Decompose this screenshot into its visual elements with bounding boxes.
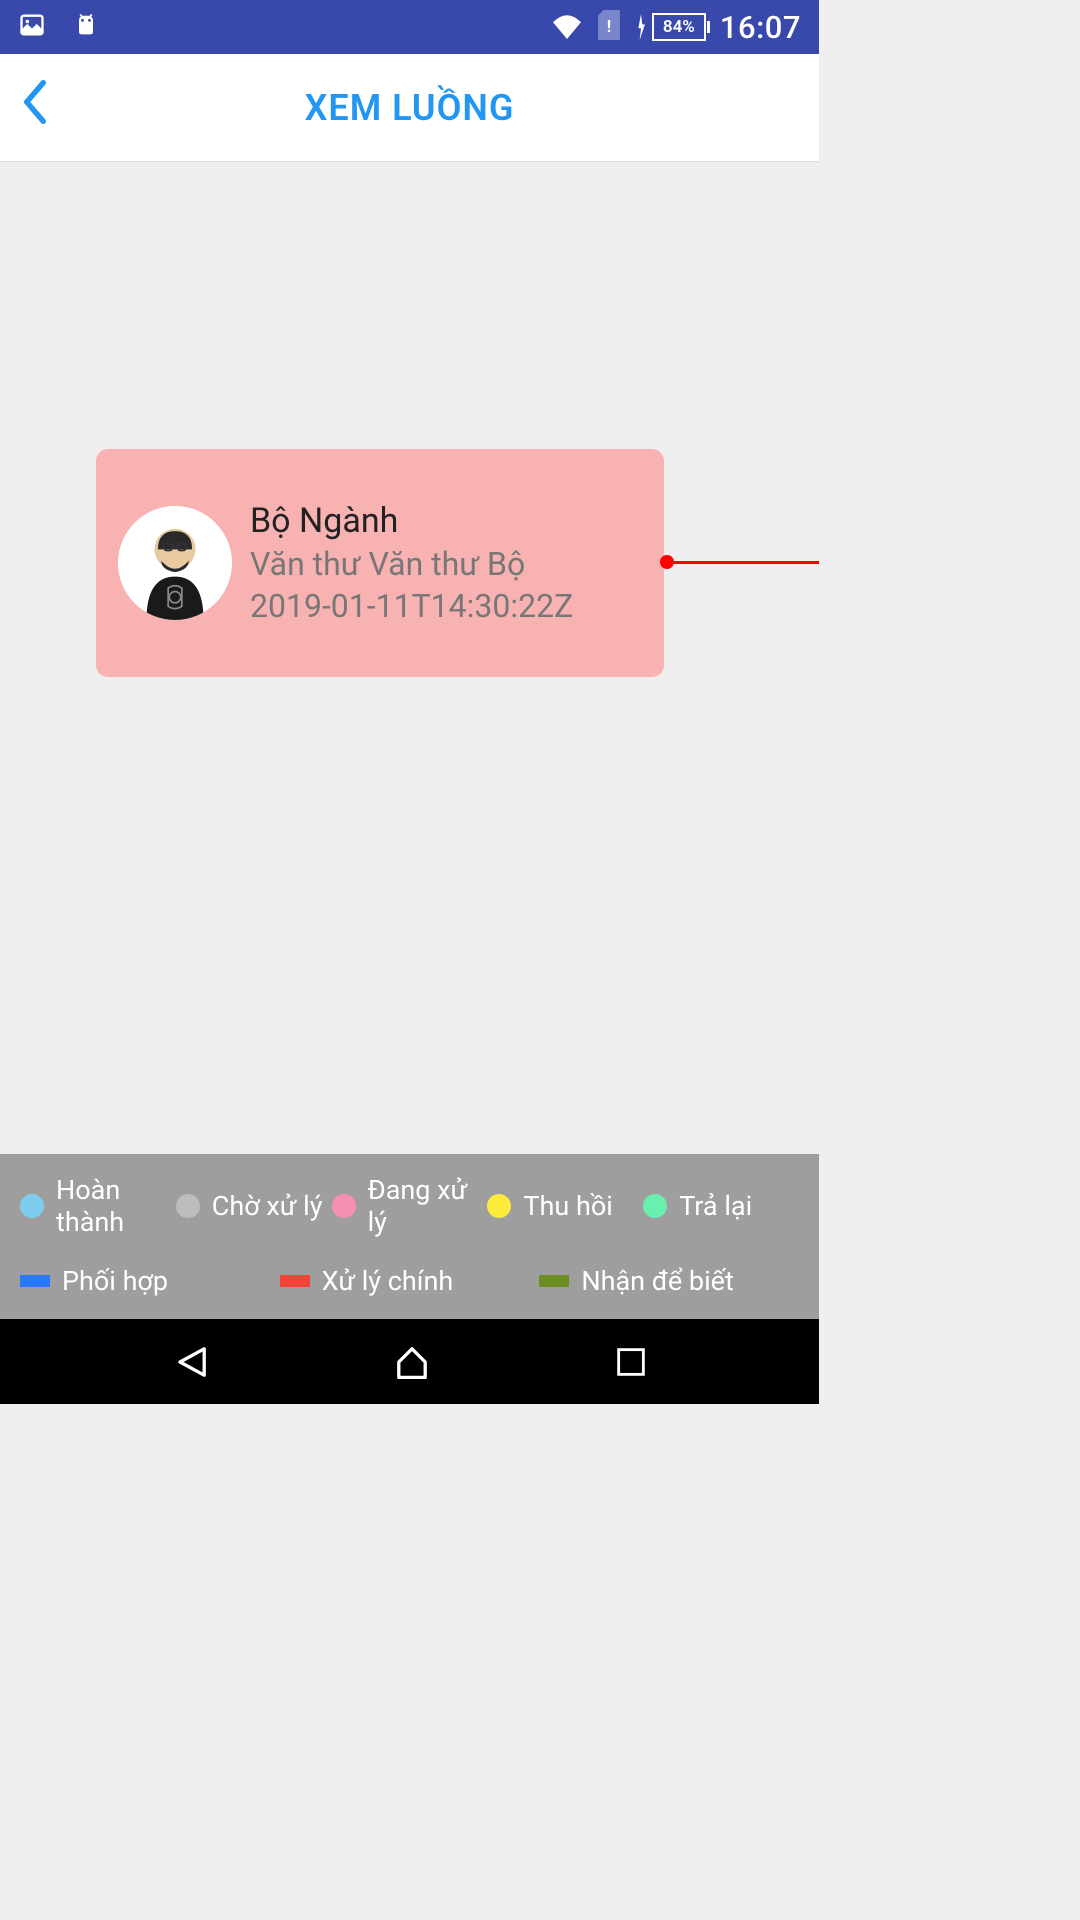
- svg-text:!: !: [607, 17, 611, 36]
- legend-item: Phối hợp: [20, 1265, 280, 1297]
- legend-item: Trả lại: [643, 1174, 799, 1239]
- avatar: [118, 506, 232, 620]
- legend-item: Chờ xử lý: [176, 1174, 332, 1239]
- legend-row-bars: Phối hợp Xử lý chính Nhận để biết: [20, 1265, 799, 1297]
- legend-bar-nhan-de-biet: [539, 1275, 569, 1287]
- connector-line: [664, 561, 819, 564]
- legend-label: Xử lý chính: [322, 1265, 454, 1297]
- sim-icon: !: [598, 10, 620, 44]
- legend-label: Hoàn thành: [56, 1174, 176, 1239]
- battery-indicator: 84%: [634, 13, 706, 41]
- legend-row-circles: Hoàn thành Chờ xử lý Đang xử lý Thu hồi …: [20, 1174, 799, 1239]
- legend-marker-cho-xu-ly: [176, 1194, 200, 1218]
- legend-marker-hoan-thanh: [20, 1194, 44, 1218]
- legend-label: Thu hồi: [523, 1190, 612, 1222]
- legend-item: Đang xử lý: [332, 1174, 488, 1239]
- status-bar: ! 84% 16:07: [0, 0, 819, 54]
- nav-back-button[interactable]: [169, 1340, 213, 1384]
- node-timestamp: 2019-01-11T14:30:22Z: [250, 587, 573, 625]
- legend-marker-tra-lai: [643, 1194, 667, 1218]
- legend-label: Chờ xử lý: [212, 1190, 323, 1222]
- page-title: XEM LUỒNG: [305, 87, 515, 129]
- app-header: XEM LUỒNG: [0, 54, 819, 162]
- legend-item: Thu hồi: [487, 1174, 643, 1239]
- wifi-icon: [550, 11, 584, 43]
- flow-canvas[interactable]: Bộ Ngành Văn thư Văn thư Bộ 2019-01-11T1…: [0, 162, 819, 1154]
- legend-item: Nhận để biết: [539, 1265, 799, 1297]
- legend-label: Phối hợp: [62, 1265, 168, 1297]
- nav-recent-button[interactable]: [612, 1343, 650, 1381]
- system-nav-bar: [0, 1319, 819, 1404]
- android-icon: [72, 11, 100, 43]
- legend-item: Hoàn thành: [20, 1174, 176, 1239]
- status-time: 16:07: [720, 9, 801, 46]
- legend-marker-thu-hoi: [487, 1194, 511, 1218]
- image-icon: [18, 11, 46, 43]
- nav-home-button[interactable]: [390, 1340, 434, 1384]
- back-button[interactable]: [20, 80, 50, 135]
- legend-marker-dang-xu-ly: [332, 1194, 356, 1218]
- legend-label: Đang xử lý: [368, 1174, 488, 1239]
- legend-label: Trả lại: [679, 1190, 752, 1222]
- flow-node-card[interactable]: Bộ Ngành Văn thư Văn thư Bộ 2019-01-11T1…: [96, 449, 664, 677]
- legend-item: Xử lý chính: [280, 1265, 540, 1297]
- legend-bar-phoi-hop: [20, 1275, 50, 1287]
- node-title: Bộ Ngành: [250, 501, 573, 541]
- legend-label: Nhận để biết: [581, 1265, 733, 1297]
- legend-bar-xu-ly-chinh: [280, 1275, 310, 1287]
- node-subtitle: Văn thư Văn thư Bộ: [250, 545, 573, 583]
- legend-panel: Hoàn thành Chờ xử lý Đang xử lý Thu hồi …: [0, 1154, 819, 1319]
